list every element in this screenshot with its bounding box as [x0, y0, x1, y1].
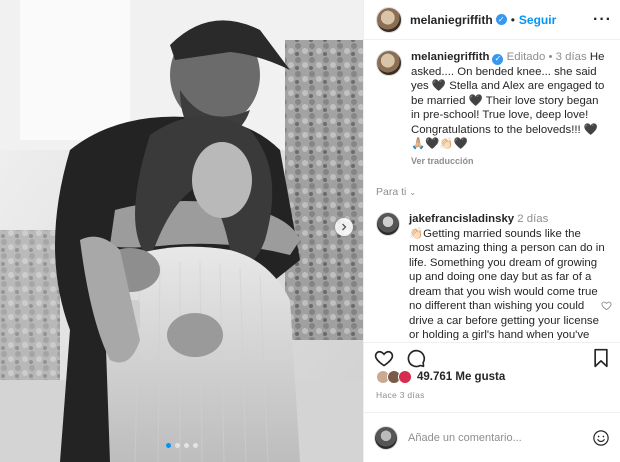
comment-item: jakefrancisladinsky 2 días 👏🏻Getting mar…	[376, 212, 612, 340]
sort-label: Para ti	[376, 186, 407, 199]
heart-icon[interactable]	[374, 348, 394, 368]
verified-badge-icon: ✓	[495, 14, 507, 25]
caption-text: He asked.... On bended knee... she said …	[411, 51, 605, 151]
carousel-next-button[interactable]	[335, 218, 353, 236]
verified-badge-icon: ✓	[492, 53, 504, 65]
caption: melaniegriffith ✓ Editado • 3 días He ask…	[376, 50, 608, 168]
chevron-right-icon	[342, 223, 347, 231]
action-bar	[364, 342, 620, 372]
separator-dot: •	[548, 51, 553, 63]
caption-edited: Editado	[506, 51, 546, 63]
bookmark-icon[interactable]	[592, 348, 610, 368]
more-options-icon[interactable]: ···	[593, 11, 612, 29]
separator-dot: •	[510, 12, 515, 27]
follow-button[interactable]: Seguir	[519, 13, 556, 27]
carousel-dot	[174, 443, 180, 448]
smiley-icon[interactable]	[592, 429, 610, 447]
comment-author[interactable]: jakefrancisladinsky	[409, 213, 514, 225]
liker-avatar	[398, 370, 412, 384]
author-username[interactable]: melaniegriffith	[410, 13, 493, 27]
comment-text: 👏🏻Getting married sounds like the most a…	[409, 227, 605, 340]
carousel-dot	[165, 443, 171, 448]
likes-row[interactable]: 49.761 Me gusta	[376, 370, 505, 384]
post-image	[0, 0, 363, 462]
commenter-avatar[interactable]	[376, 212, 400, 237]
post-photo[interactable]	[0, 0, 363, 462]
comments-list[interactable]: melaniegriffith ✓ Editado • 3 días He ask…	[364, 40, 620, 340]
post-header: melaniegriffith ✓ • Seguir ···	[364, 0, 620, 40]
see-translation-link[interactable]: Ver traducción	[411, 154, 608, 169]
comment-bubble-icon[interactable]	[406, 348, 426, 368]
carousel-dot	[183, 443, 189, 448]
caption-time: 3 días	[555, 51, 587, 63]
carousel-dot	[192, 443, 198, 448]
post-age: Hace 3 días	[376, 390, 425, 400]
avatar[interactable]	[376, 6, 402, 33]
post-side-panel: melaniegriffith ✓ • Seguir ··· melaniegr…	[363, 0, 620, 462]
sort-dropdown[interactable]: Para ti ⌄	[376, 186, 608, 198]
caption-author[interactable]: melaniegriffith	[411, 51, 489, 63]
current-user-avatar	[374, 425, 398, 450]
post-dialog: melaniegriffith ✓ • Seguir ··· melaniegr…	[0, 0, 620, 462]
likes-count[interactable]: 49.761 Me gusta	[417, 371, 505, 383]
chevron-down-icon: ⌄	[409, 188, 417, 198]
add-comment-input[interactable]	[408, 431, 578, 444]
comment-time: 2 días	[517, 213, 549, 226]
caption-avatar[interactable]	[376, 50, 402, 76]
carousel-dots	[0, 443, 363, 448]
add-comment-bar	[364, 412, 620, 462]
comment-like-icon[interactable]	[601, 300, 612, 314]
